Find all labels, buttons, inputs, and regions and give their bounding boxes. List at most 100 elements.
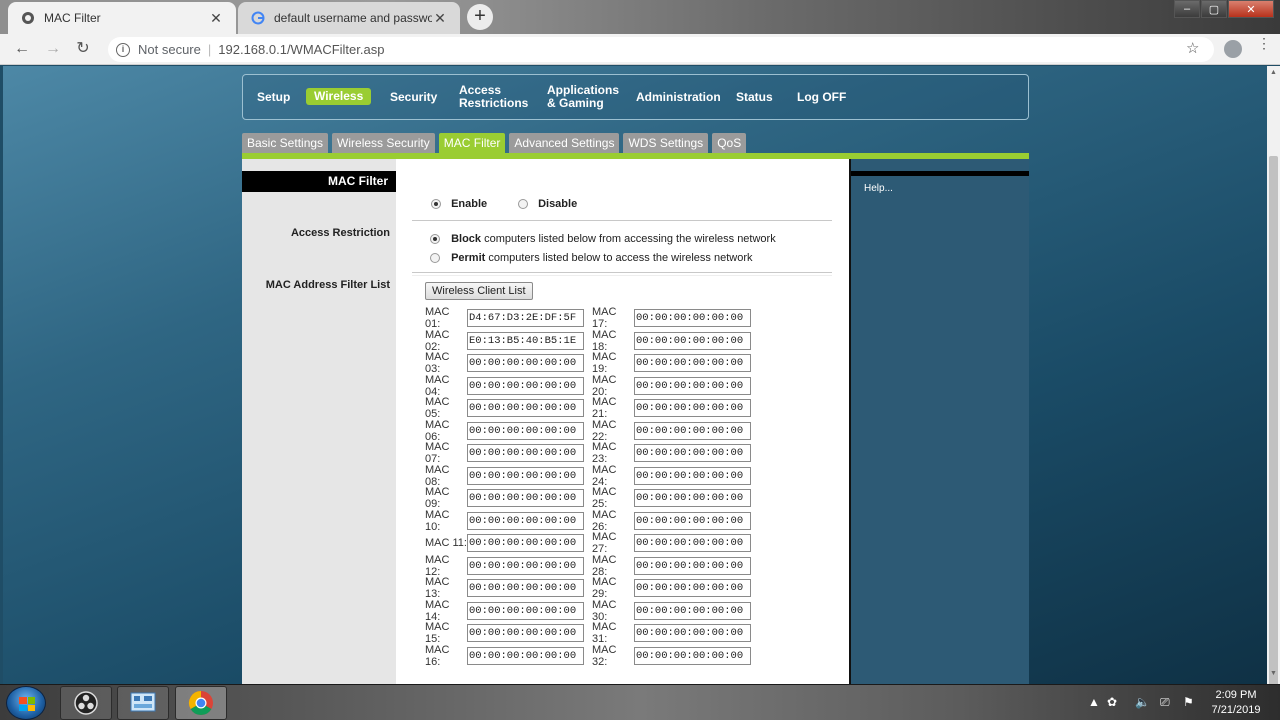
reload-icon[interactable]: ↻: [73, 39, 93, 59]
mac-address-input[interactable]: 00:00:00:00:00:00: [634, 309, 751, 327]
mac-address-input[interactable]: 00:00:00:00:00:00: [467, 466, 584, 485]
enable-option[interactable]: Enable: [431, 198, 487, 210]
nav-security[interactable]: Security: [390, 91, 437, 104]
mac-address-input[interactable]: 00:00:00:00:00:00: [467, 489, 584, 507]
disable-radio[interactable]: [518, 199, 528, 210]
new-tab-button[interactable]: +: [467, 4, 493, 30]
wireless-client-list-button[interactable]: Wireless Client List: [425, 282, 533, 300]
section-title: MAC Filter: [242, 171, 396, 192]
tray-show-hidden-icon[interactable]: ▲: [1088, 695, 1100, 709]
profile-avatar[interactable]: [1224, 40, 1242, 58]
window-controls: – ▢ ✕: [1173, 0, 1274, 18]
tab-mac-filter[interactable]: MAC Filter ✕: [8, 2, 236, 34]
taskbar-network[interactable]: [117, 686, 169, 720]
info-icon[interactable]: i: [116, 42, 130, 57]
enable-radio[interactable]: [431, 199, 441, 210]
mac-address-input[interactable]: 00:00:00:00:00:00: [467, 646, 584, 665]
volume-icon[interactable]: 🔈: [1135, 695, 1150, 709]
help-link[interactable]: Help...: [864, 183, 893, 194]
mac-address-input[interactable]: D4:67:D3:2E:DF:5F: [467, 309, 584, 327]
more-menu-icon[interactable]: ⋮: [1257, 36, 1271, 50]
subtab-wireless-security[interactable]: Wireless Security: [332, 133, 435, 153]
mac-address-input[interactable]: 00:00:00:00:00:00: [467, 421, 584, 440]
subtab-mac-filter[interactable]: MAC Filter: [438, 133, 506, 153]
network-tray-icon[interactable]: ⎚: [1160, 695, 1170, 710]
nav-access-restrictions[interactable]: Access Restrictions: [459, 84, 528, 110]
mac-address-input[interactable]: 00:00:00:00:00:00: [467, 376, 584, 395]
mac-address-input[interactable]: 00:00:00:00:00:00: [634, 624, 751, 642]
mac-address-input[interactable]: 00:00:00:00:00:00: [634, 534, 751, 552]
mac-address-input[interactable]: 00:00:00:00:00:00: [467, 579, 584, 597]
tab-default-password[interactable]: default username and password ✕: [238, 2, 460, 34]
mac-address-input[interactable]: 00:00:00:00:00:00: [634, 444, 751, 462]
address-bar[interactable]: i Not secure | 192.168.0.1/WMACFilter.as…: [108, 37, 1214, 62]
subtab-qos[interactable]: QoS: [712, 133, 747, 153]
close-icon[interactable]: ✕: [432, 10, 448, 27]
bookmark-star-icon[interactable]: ☆: [1186, 39, 1199, 57]
nav-log-off[interactable]: Log OFF: [797, 91, 846, 104]
mac-entry-row: MAC 32: 00:00:00:00:00:00: [592, 644, 751, 668]
mac-address-input[interactable]: 00:00:00:00:00:00: [467, 399, 584, 417]
mac-entry-row: MAC 04: 00:00:00:00:00:00: [425, 373, 584, 398]
mac-address-input[interactable]: 00:00:00:00:00:00: [634, 646, 751, 665]
mac-label: MAC 16:: [425, 643, 450, 668]
block-radio[interactable]: [430, 234, 440, 245]
subtab-wds-settings[interactable]: WDS Settings: [623, 133, 709, 153]
mac-address-input[interactable]: 00:00:00:00:00:00: [634, 354, 751, 372]
mac-address-input[interactable]: 00:00:00:00:00:00: [634, 489, 751, 507]
mac-address-input[interactable]: 00:00:00:00:00:00: [634, 376, 751, 395]
mac-address-input[interactable]: E0:13:B5:40:B5:1E: [467, 331, 584, 350]
mac-address-input[interactable]: 00:00:00:00:00:00: [467, 354, 584, 372]
permit-radio[interactable]: [430, 253, 440, 264]
taskbar-chrome[interactable]: [175, 686, 227, 720]
nav-wireless[interactable]: Wireless: [306, 88, 372, 105]
mac-address-input[interactable]: 00:00:00:00:00:00: [634, 511, 751, 530]
mac-address-input[interactable]: 00:00:00:00:00:00: [634, 331, 751, 350]
mac-label: MAC 04:: [425, 373, 450, 398]
disable-option[interactable]: Disable: [518, 198, 577, 210]
mac-label: MAC 24:: [592, 463, 617, 488]
mac-address-input[interactable]: 00:00:00:00:00:00: [467, 601, 584, 620]
mac-address-input[interactable]: 00:00:00:00:00:00: [634, 579, 751, 597]
mac-label: MAC 17:: [592, 306, 617, 330]
back-icon[interactable]: ←: [12, 39, 32, 59]
mac-address-input[interactable]: 00:00:00:00:00:00: [467, 534, 584, 552]
start-button[interactable]: [6, 686, 46, 720]
subtab-basic-settings[interactable]: Basic Settings: [242, 133, 329, 153]
mac-address-input[interactable]: 00:00:00:00:00:00: [634, 421, 751, 440]
mac-label: MAC 14:: [425, 598, 450, 623]
window-close-icon[interactable]: ✕: [1228, 0, 1274, 18]
mac-entry-row: MAC 10: 00:00:00:00:00:00: [425, 509, 584, 533]
block-option[interactable]: Block computers listed below from access…: [430, 233, 776, 245]
mac-address-input[interactable]: 00:00:00:00:00:00: [467, 444, 584, 462]
taskbar-obs[interactable]: [60, 686, 112, 720]
subtab-advanced-settings[interactable]: Advanced Settings: [509, 133, 620, 153]
nav-setup[interactable]: Setup: [257, 91, 290, 104]
scroll-up-icon[interactable]: ▲: [1270, 69, 1277, 76]
nav-applications-gaming[interactable]: Applications & Gaming: [547, 84, 619, 110]
action-center-flag-icon[interactable]: ⚑: [1183, 695, 1194, 709]
minimize-icon[interactable]: –: [1174, 0, 1200, 18]
mac-address-input[interactable]: 00:00:00:00:00:00: [467, 511, 584, 530]
nav-status[interactable]: Status: [736, 91, 773, 104]
mac-label: MAC 15:: [425, 621, 450, 645]
mac-address-input[interactable]: 00:00:00:00:00:00: [634, 399, 751, 417]
system-clock[interactable]: 2:09 PM 7/21/2019: [1204, 688, 1268, 718]
mac-address-input[interactable]: 00:00:00:00:00:00: [467, 556, 584, 575]
mac-entry-row: MAC 08: 00:00:00:00:00:00: [425, 464, 584, 488]
permit-option[interactable]: Permit computers listed below to access …: [430, 252, 752, 264]
mac-address-input[interactable]: 00:00:00:00:00:00: [634, 466, 751, 485]
maximize-icon[interactable]: ▢: [1201, 0, 1227, 18]
mac-address-input[interactable]: 00:00:00:00:00:00: [467, 624, 584, 642]
scrollbar-thumb[interactable]: [1269, 156, 1278, 701]
scroll-down-icon[interactable]: ▼: [1270, 670, 1277, 677]
mac-address-input[interactable]: 00:00:00:00:00:00: [634, 556, 751, 575]
close-icon[interactable]: ✕: [208, 10, 224, 27]
url-text: 192.168.0.1/WMACFilter.asp: [218, 42, 385, 57]
tray-app-icon[interactable]: ✿: [1107, 695, 1117, 709]
page-scrollbar[interactable]: ▲ ▼: [1267, 66, 1280, 701]
forward-icon[interactable]: →: [43, 39, 63, 59]
nav-administration[interactable]: Administration: [636, 91, 721, 104]
mac-address-input[interactable]: 00:00:00:00:00:00: [634, 601, 751, 620]
mac-list-label: MAC Address Filter List: [265, 279, 390, 291]
